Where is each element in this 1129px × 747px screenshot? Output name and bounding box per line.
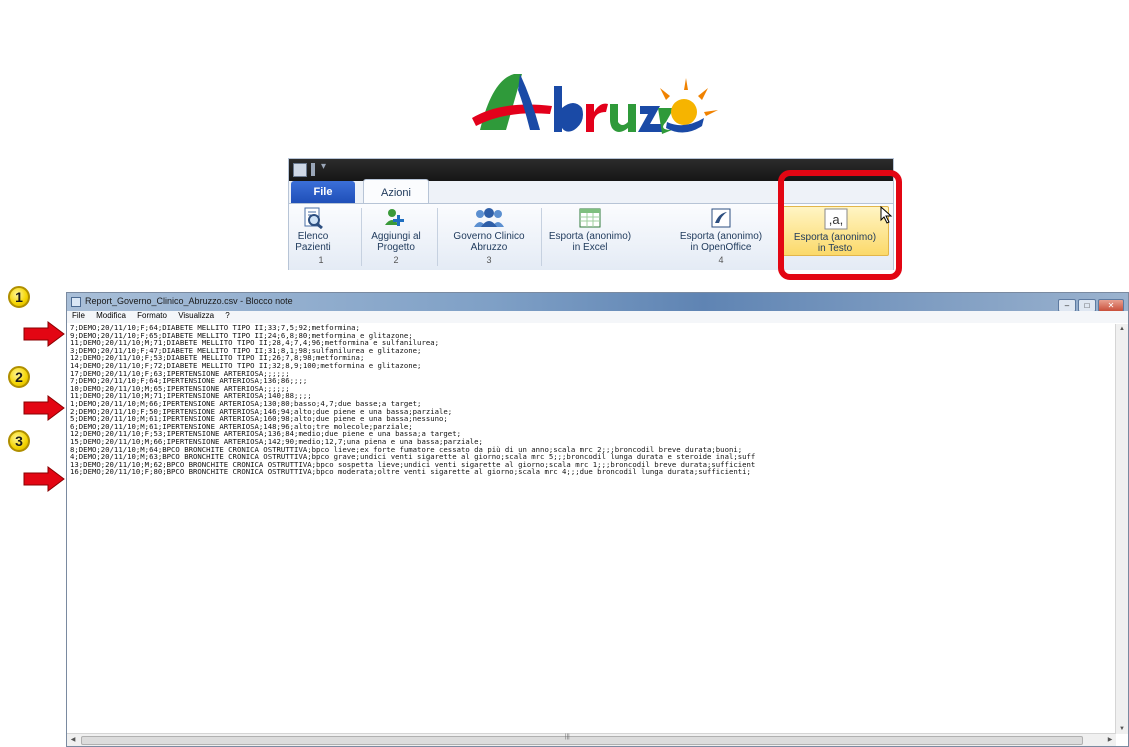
group-number: 1	[318, 255, 324, 265]
menu-help[interactable]: ?	[225, 311, 229, 320]
abruzzo-logo	[472, 74, 718, 134]
text-line: 16;DEMO;20/11/10;F;80;BPCO BRONCHITE CRO…	[70, 467, 751, 477]
menu-visualizza[interactable]: Visualizza	[178, 311, 214, 320]
group-number: 2	[393, 255, 399, 265]
add-to-project-icon	[384, 207, 408, 229]
elenco-pazienti-label: Elenco Pazienti	[295, 231, 331, 253]
scroll-right-icon[interactable]: ▶	[1104, 734, 1116, 746]
menu-bar: File Modifica Formato Visualizza ?	[67, 311, 1128, 323]
text-editor-area[interactable]: 7;DEMO;20/11/10;F;64;DIABETE MELLITO TIP…	[70, 324, 1114, 734]
highlight-box	[778, 170, 902, 280]
window-title: Report_Governo_Clinico_Abruzzo.csv - Blo…	[85, 296, 293, 306]
scroll-up-icon[interactable]: ▲	[1116, 324, 1128, 334]
mouse-cursor-icon	[880, 206, 893, 224]
horizontal-scrollbar[interactable]: ◀ ||| ▶	[67, 733, 1116, 746]
horizontal-scroll-thumb[interactable]	[81, 736, 1083, 745]
step-badge-1: 1	[8, 286, 30, 308]
group-separator	[541, 208, 542, 266]
notepad-window: Report_Governo_Clinico_Abruzzo.csv - Blo…	[66, 292, 1129, 747]
notepad-icon	[71, 297, 81, 307]
red-arrow-icon	[23, 466, 65, 492]
scroll-down-icon[interactable]: ▼	[1116, 724, 1128, 734]
notepad-titlebar[interactable]: Report_Governo_Clinico_Abruzzo.csv - Blo…	[67, 293, 1128, 312]
aggiungi-progetto-label: Aggiungi al Progetto	[371, 231, 421, 253]
esporta-openoffice-label: Esporta (anonimo) in OpenOffice	[679, 231, 763, 253]
menu-formato[interactable]: Formato	[137, 311, 167, 320]
red-arrow-icon	[23, 395, 65, 421]
menu-modifica[interactable]: Modifica	[96, 311, 126, 320]
people-group-icon	[472, 207, 506, 229]
step-badge-3: 3	[8, 430, 30, 452]
tab-azioni[interactable]: Azioni	[363, 179, 429, 204]
menu-file[interactable]: File	[72, 311, 85, 320]
esporta-excel-label: Esporta (anonimo) in Excel	[548, 231, 632, 253]
excel-export-icon	[578, 207, 602, 229]
openoffice-export-icon	[709, 207, 733, 229]
scroll-grip-icon: |||	[565, 734, 570, 740]
quick-access-dropdown-icon[interactable]: ▾	[321, 161, 326, 172]
quick-access-separator-icon	[311, 163, 315, 176]
tab-file[interactable]: File	[291, 181, 355, 203]
elenco-pazienti-button[interactable]: Elenco Pazienti	[291, 206, 335, 254]
app-icon[interactable]	[293, 163, 307, 177]
group-separator	[437, 208, 438, 266]
group-separator	[361, 208, 362, 266]
vertical-scrollbar[interactable]: ▲ ▼	[1115, 324, 1128, 734]
esporta-excel-button[interactable]: Esporta (anonimo) in Excel	[545, 206, 635, 254]
patient-list-search-icon	[301, 207, 325, 230]
red-arrow-icon	[23, 321, 65, 347]
esporta-openoffice-button[interactable]: Esporta (anonimo) in OpenOffice	[673, 206, 769, 254]
scroll-left-icon[interactable]: ◀	[67, 734, 79, 746]
group-number: 4	[718, 255, 724, 265]
group-number: 3	[486, 255, 492, 265]
governo-clinico-button[interactable]: Governo Clinico Abruzzo	[441, 206, 537, 254]
aggiungi-progetto-button[interactable]: Aggiungi al Progetto	[365, 206, 427, 254]
step-badge-2: 2	[8, 366, 30, 388]
governo-clinico-label: Governo Clinico Abruzzo	[453, 231, 525, 253]
